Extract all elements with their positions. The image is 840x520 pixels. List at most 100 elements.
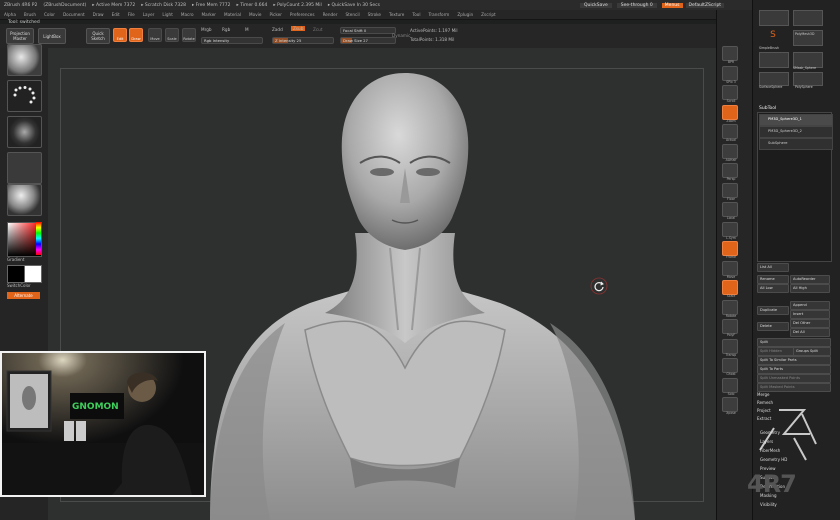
quick-sketch-button[interactable]: Quick Sketch (86, 28, 110, 44)
right-shelf-button[interactable] (722, 124, 738, 139)
menus-button[interactable]: Menus (661, 2, 683, 8)
main-color-swatch[interactable] (24, 265, 42, 283)
del-other-button[interactable]: Del Other (790, 319, 830, 328)
all-high-button[interactable]: All High (790, 284, 830, 293)
right-shelf-button[interactable] (722, 202, 738, 217)
menu-item[interactable]: Preferences (290, 12, 315, 17)
menu-item[interactable]: Tool (412, 12, 420, 17)
stroke-thumbnail[interactable] (7, 80, 42, 112)
menu-item[interactable]: Movie (249, 12, 261, 17)
quicksave-button[interactable]: QuickSave (580, 2, 612, 8)
right-shelf-button[interactable] (722, 319, 738, 334)
right-shelf-button[interactable] (722, 260, 738, 276)
list-all-button[interactable]: List All (757, 263, 789, 272)
right-shelf-button[interactable] (722, 241, 738, 256)
right-shelf-button[interactable] (722, 85, 738, 100)
gradient-label[interactable]: Gradient (7, 257, 24, 262)
focal-shift-slider[interactable]: Focal Shift 0 (340, 27, 396, 34)
texture-thumbnail[interactable] (7, 152, 42, 184)
duplicate-button[interactable]: Duplicate (757, 306, 789, 315)
draw-size-slider[interactable]: Draw Size 27 (340, 37, 396, 44)
zadd-button[interactable]: Zadd (272, 27, 283, 32)
right-shelf-button[interactable] (722, 221, 738, 237)
z-intensity-slider[interactable]: Z Intensity 25 (272, 37, 334, 44)
subtool-item[interactable]: PM3D_Sphere3D_2 (759, 126, 833, 138)
right-shelf-button[interactable] (722, 182, 738, 198)
groups-split-button[interactable]: Groups Split (793, 347, 831, 356)
lightbox-button[interactable]: LightBox (38, 28, 66, 44)
tool-thumb[interactable] (759, 10, 789, 26)
menu-item[interactable]: Alpha (4, 12, 16, 17)
menu-item[interactable]: Render (323, 12, 338, 17)
insert-button[interactable]: Insert (790, 310, 830, 319)
subtool-header[interactable]: SubTool (759, 106, 776, 111)
right-shelf-button[interactable] (722, 46, 738, 61)
edit-button[interactable]: Edit (113, 28, 127, 42)
menu-item[interactable]: Picker (269, 12, 281, 17)
menu-item[interactable]: Marker (202, 12, 216, 17)
right-shelf-button[interactable] (722, 65, 738, 81)
rgb-intensity-slider[interactable]: Rgb Intensity (201, 37, 263, 44)
split-section-header[interactable]: Split (757, 338, 831, 347)
menu-item[interactable]: Texture (389, 12, 404, 17)
menu-item[interactable]: Stroke (368, 12, 381, 17)
split-similar-parts-button[interactable]: Split To Similar Parts (757, 356, 831, 365)
tool-thumb[interactable] (759, 72, 789, 86)
zsub-button[interactable]: Zsub (291, 26, 306, 31)
menu-item[interactable]: Draw (93, 12, 104, 17)
split-to-parts-button[interactable]: Split To Parts (757, 365, 831, 374)
alternate-button[interactable]: Alternate (7, 292, 40, 299)
alpha-thumbnail[interactable] (7, 116, 42, 148)
draw-button[interactable]: Draw (129, 28, 143, 42)
menu-item[interactable]: Macro (181, 12, 194, 17)
brush-thumbnail[interactable] (7, 44, 42, 76)
secondary-color-swatch[interactable] (7, 265, 25, 283)
material-thumbnail[interactable] (7, 184, 42, 216)
right-shelf-button[interactable] (722, 104, 738, 120)
auto-reorder-button[interactable]: AutoReorder (790, 275, 830, 284)
right-shelf-button[interactable] (722, 377, 738, 393)
hue-strip[interactable] (36, 222, 41, 255)
menu-item[interactable]: File (128, 12, 135, 17)
subtool-item[interactable]: PM3D_Sphere3D_1 (759, 114, 833, 126)
tool-thumb[interactable] (793, 10, 823, 26)
right-shelf-button[interactable] (722, 358, 738, 373)
all-low-button[interactable]: All Low (757, 284, 789, 293)
menu-item[interactable]: Edit (112, 12, 120, 17)
menu-item[interactable]: Layer (143, 12, 155, 17)
rotate-button[interactable]: Rotate (182, 28, 196, 42)
zcut-button[interactable]: Zcut (313, 27, 322, 32)
menu-item[interactable]: Brush (24, 12, 36, 17)
split-unmasked-points-button[interactable]: Split Unmasked Points (757, 374, 831, 383)
delete-button[interactable]: Delete (757, 322, 789, 331)
menu-item[interactable]: Zscript (481, 12, 496, 17)
seethrough-slider[interactable]: See-through 0 (616, 2, 657, 8)
right-shelf-button[interactable] (722, 280, 738, 295)
right-shelf-button[interactable] (722, 299, 738, 315)
split-masked-points-button[interactable]: Split Masked Points (757, 383, 831, 392)
rgb-button[interactable]: Rgb (222, 27, 230, 32)
mrgb-button[interactable]: Mrgb (201, 27, 212, 32)
del-all-button[interactable]: Del All (790, 328, 830, 337)
right-shelf-button[interactable] (722, 338, 738, 354)
menu-item[interactable]: Light (162, 12, 172, 17)
switch-color-button[interactable]: SwitchColor (7, 283, 31, 288)
tool-thumb[interactable] (759, 52, 789, 68)
menu-item[interactable]: Transform (428, 12, 449, 17)
menu-item[interactable]: Color (44, 12, 55, 17)
append-button[interactable]: Append (790, 301, 830, 310)
default-zscript-button[interactable]: DefaultZScript (685, 2, 725, 8)
menu-item[interactable]: Document (63, 12, 85, 17)
right-shelf-button[interactable] (722, 397, 738, 412)
rename-button[interactable]: Rename (757, 275, 789, 284)
menu-item[interactable]: Zplugin (457, 12, 473, 17)
tool-thumb[interactable]: S (759, 30, 787, 44)
right-shelf-button[interactable] (722, 163, 738, 178)
projection-master-button[interactable]: Projection Master (6, 28, 34, 44)
right-shelf-button[interactable] (722, 143, 738, 159)
split-hidden-button[interactable]: Split Hidden (757, 347, 795, 356)
m-button[interactable]: M (245, 27, 249, 32)
subtool-item[interactable]: SubSphere (759, 138, 833, 150)
dynamic-button[interactable]: Dynamic (392, 33, 410, 38)
scale-button[interactable]: Scale (165, 28, 179, 42)
